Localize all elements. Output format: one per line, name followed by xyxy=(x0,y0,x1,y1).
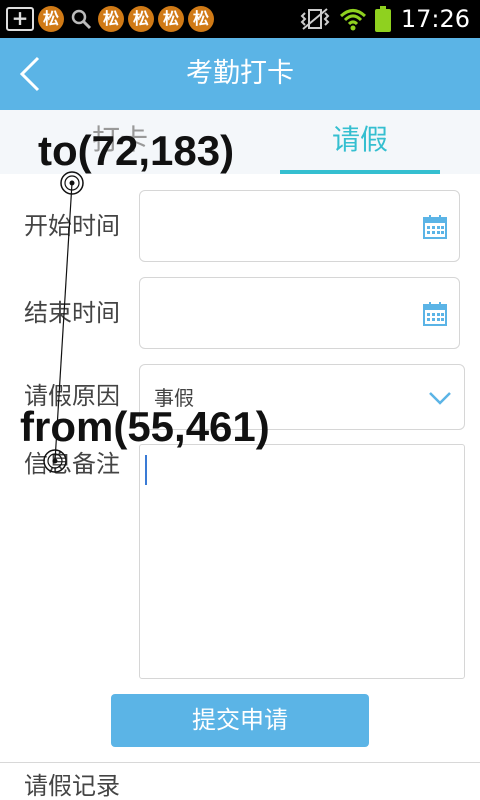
gesture-start-label: from(55,461) xyxy=(20,403,270,450)
active-tab-indicator xyxy=(280,170,440,174)
app-icon: 松 xyxy=(188,6,214,32)
page-title: 考勤打卡 xyxy=(186,58,294,89)
wifi-icon xyxy=(339,9,366,31)
start-time-field[interactable] xyxy=(139,190,460,262)
calendar-icon[interactable] xyxy=(423,302,447,326)
app-icon: 松 xyxy=(38,6,64,32)
title-bar: 考勤打卡 xyxy=(0,38,480,110)
swipe-end-marker xyxy=(60,171,84,195)
end-time-label: 结束时间 xyxy=(24,299,120,327)
chevron-down-icon[interactable] xyxy=(428,391,452,405)
notes-textarea[interactable] xyxy=(139,444,465,679)
tab-leave[interactable]: 请假 xyxy=(280,110,440,174)
leave-records-label: 请假记录 xyxy=(24,772,120,800)
submit-button[interactable]: 提交申请 xyxy=(111,694,369,747)
status-bar: + 松 松 松 松 松 17:26 xyxy=(0,0,480,38)
notes-label: 信息备注 xyxy=(24,450,120,478)
text-cursor xyxy=(145,455,147,485)
end-time-field[interactable] xyxy=(139,277,460,349)
app-icon: 松 xyxy=(98,6,124,32)
notification-icons: + 松 松 松 松 松 xyxy=(6,5,214,33)
gesture-end-label: to(72,183) xyxy=(38,127,235,174)
calendar-icon[interactable] xyxy=(423,215,447,239)
system-icons: 17:26 xyxy=(299,0,470,38)
clock: 17:26 xyxy=(400,5,470,33)
app-icon: 松 xyxy=(128,6,154,32)
start-time-label: 开始时间 xyxy=(24,212,120,240)
battery-icon xyxy=(374,6,391,32)
app-icon: 松 xyxy=(158,6,184,32)
search-icon xyxy=(71,9,92,30)
vibrate-icon xyxy=(300,8,330,30)
leave-records-section[interactable]: 请假记录 xyxy=(0,762,480,800)
add-icon: + xyxy=(6,7,34,31)
